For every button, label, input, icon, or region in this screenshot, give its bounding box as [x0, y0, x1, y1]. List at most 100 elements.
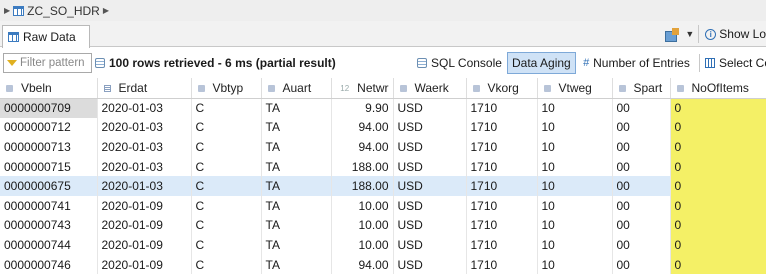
export-icon[interactable] [665, 28, 681, 42]
table-cell[interactable]: TA [261, 137, 332, 157]
table-cell[interactable]: USD [393, 235, 467, 255]
table-cell[interactable]: USD [393, 195, 467, 216]
table-cell[interactable]: 188.00 [331, 156, 394, 177]
table-row[interactable]: 0000000743 2020-01-09 C TA 10.00 USD 1710 10 00 0 [0, 215, 766, 236]
table-cell[interactable]: 10.00 [331, 195, 394, 216]
column-header-netwr[interactable]: 12 Netwr [331, 78, 394, 99]
column-header-vbeln[interactable]: Vbeln [0, 78, 98, 99]
table-cell[interactable]: 0 [670, 195, 766, 216]
table-cell[interactable]: TA [261, 254, 332, 275]
table-cell[interactable]: C [191, 195, 262, 216]
table-cell[interactable]: 10 [537, 137, 613, 157]
table-cell[interactable]: 0 [670, 215, 766, 236]
table-cell[interactable]: 1710 [466, 235, 538, 255]
table-cell[interactable]: 00 [612, 235, 671, 255]
table-cell[interactable]: 10 [537, 176, 613, 196]
table-cell[interactable]: 0 [670, 176, 766, 196]
table-cell[interactable]: 2020-01-03 [97, 98, 192, 118]
table-row[interactable]: 0000000741 2020-01-09 C TA 10.00 USD 1710 10 00 0 [0, 195, 766, 216]
table-cell[interactable]: 2020-01-09 [97, 235, 192, 255]
column-header-spart[interactable]: Spart [612, 78, 671, 99]
table-cell[interactable]: 00 [612, 156, 671, 177]
table-cell[interactable]: 1710 [466, 176, 538, 196]
table-cell[interactable]: 2020-01-09 [97, 215, 192, 236]
table-cell[interactable]: USD [393, 156, 467, 177]
table-cell[interactable]: USD [393, 254, 467, 275]
table-cell[interactable]: 00 [612, 215, 671, 236]
table-cell[interactable]: 00 [612, 254, 671, 275]
table-cell[interactable]: USD [393, 176, 467, 196]
table-cell[interactable]: 2020-01-09 [97, 254, 192, 275]
table-cell[interactable]: 10 [537, 254, 613, 275]
column-header-erdat[interactable]: Erdat [97, 78, 192, 99]
table-cell[interactable]: 94.00 [331, 137, 394, 157]
table-cell[interactable]: C [191, 176, 262, 196]
table-cell[interactable]: 0000000744 [0, 235, 98, 255]
table-row[interactable]: 0000000675 2020-01-03 C TA 188.00 USD 1710 10 00… [0, 176, 766, 196]
table-cell[interactable]: 0000000709 [0, 98, 98, 118]
table-cell[interactable]: 1710 [466, 195, 538, 216]
number-of-entries-button[interactable]: # Number of Entries [579, 52, 694, 74]
table-cell[interactable]: 10 [537, 117, 613, 138]
table-row[interactable]: 0000000713 2020-01-03 C TA 94.00 USD 1710 10 00 0 [0, 137, 766, 157]
table-cell[interactable]: 9.90 [331, 98, 394, 118]
table-cell[interactable]: 0 [670, 137, 766, 157]
table-row[interactable]: 0000000712 2020-01-03 C TA 94.00 USD 1710 10 00 0 [0, 117, 766, 138]
table-cell[interactable]: 00 [612, 137, 671, 157]
table-row[interactable]: 0000000746 2020-01-09 C TA 94.00 USD 1710 10 00 0 [0, 254, 766, 275]
table-cell[interactable]: 0 [670, 235, 766, 255]
table-cell[interactable]: 10 [537, 215, 613, 236]
column-header-auart[interactable]: Auart [261, 78, 332, 99]
table-cell[interactable]: 10 [537, 235, 613, 255]
table-cell[interactable]: C [191, 137, 262, 157]
table-cell[interactable]: TA [261, 195, 332, 216]
table-cell[interactable]: 94.00 [331, 117, 394, 138]
table-cell[interactable]: 0000000713 [0, 137, 98, 157]
table-cell[interactable]: 10 [537, 156, 613, 177]
table-cell[interactable]: C [191, 235, 262, 255]
table-row[interactable]: 0000000744 2020-01-09 C TA 10.00 USD 1710 10 00 0 [0, 235, 766, 255]
column-header-vkorg[interactable]: Vkorg [466, 78, 538, 99]
table-cell[interactable]: 1710 [466, 254, 538, 275]
table-cell[interactable]: USD [393, 215, 467, 236]
table-cell[interactable]: 2020-01-03 [97, 176, 192, 196]
table-cell[interactable]: USD [393, 98, 467, 118]
table-cell[interactable]: C [191, 254, 262, 275]
table-cell[interactable]: 00 [612, 98, 671, 118]
data-aging-button[interactable]: Data Aging [507, 52, 576, 74]
table-cell[interactable]: TA [261, 215, 332, 236]
table-cell[interactable]: 1710 [466, 117, 538, 138]
table-cell[interactable]: TA [261, 156, 332, 177]
table-cell[interactable]: 00 [612, 195, 671, 216]
table-cell[interactable]: 188.00 [331, 176, 394, 196]
table-cell[interactable]: C [191, 98, 262, 118]
sql-console-button[interactable]: SQL Console [413, 52, 506, 74]
table-cell[interactable]: 0000000712 [0, 117, 98, 138]
table-cell[interactable]: C [191, 117, 262, 138]
table-cell[interactable]: TA [261, 176, 332, 196]
table-cell[interactable]: C [191, 156, 262, 177]
table-cell[interactable]: TA [261, 117, 332, 138]
table-cell[interactable]: 2020-01-09 [97, 195, 192, 216]
column-header-waerk[interactable]: Waerk [393, 78, 467, 99]
table-cell[interactable]: C [191, 215, 262, 236]
table-row[interactable]: 0000000709 2020-01-03 C TA 9.90 USD 1710 10 00 0 [0, 98, 766, 118]
table-cell[interactable]: 0 [670, 254, 766, 275]
table-cell[interactable]: 00 [612, 176, 671, 196]
table-cell[interactable]: 0000000741 [0, 195, 98, 216]
table-cell[interactable]: 2020-01-03 [97, 156, 192, 177]
table-cell[interactable]: 10.00 [331, 215, 394, 236]
chevron-right-icon[interactable]: ▶ [103, 6, 109, 15]
column-header-noofitems[interactable]: NoOfItems [670, 78, 766, 99]
table-cell[interactable]: 0000000743 [0, 215, 98, 236]
table-cell[interactable]: 0000000715 [0, 156, 98, 177]
table-cell[interactable]: 1710 [466, 137, 538, 157]
table-cell[interactable]: 94.00 [331, 254, 394, 275]
table-cell[interactable]: 1710 [466, 215, 538, 236]
table-cell[interactable]: 0 [670, 117, 766, 138]
table-cell[interactable]: USD [393, 117, 467, 138]
table-cell[interactable]: USD [393, 137, 467, 157]
table-cell[interactable]: TA [261, 235, 332, 255]
table-cell[interactable]: 2020-01-03 [97, 117, 192, 138]
table-cell[interactable]: 0 [670, 98, 766, 118]
